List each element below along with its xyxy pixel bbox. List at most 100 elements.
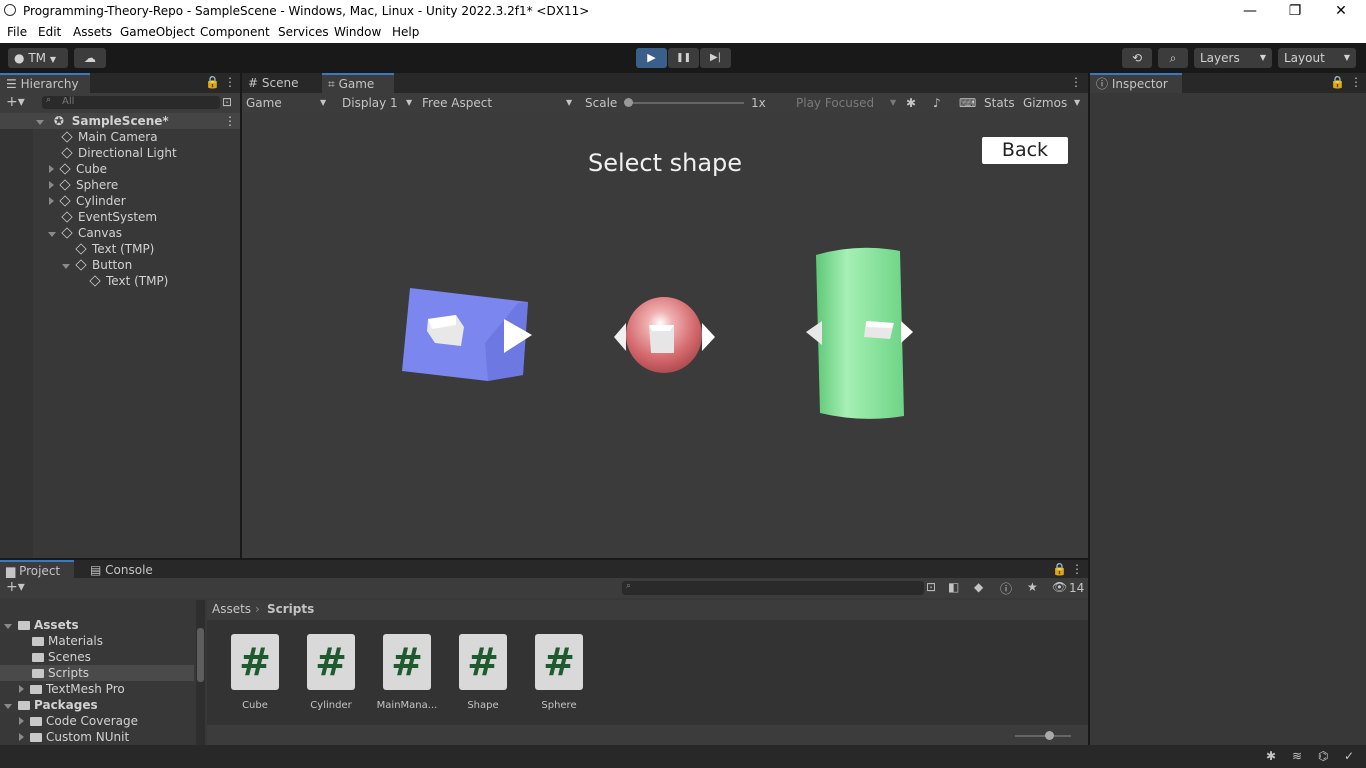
- keyboard-icon[interactable]: ⌨: [959, 93, 976, 113]
- sphere-shape[interactable]: [614, 297, 715, 373]
- hierarchy-item[interactable]: Text (TMP): [75, 241, 154, 257]
- menu-services[interactable]: Services: [278, 25, 329, 39]
- script-asset[interactable]: # Cube: [231, 634, 279, 711]
- project-search-input[interactable]: ⌕: [622, 581, 924, 595]
- hierarchy-item[interactable]: Button: [62, 257, 132, 273]
- pause-button[interactable]: ❚❚: [668, 48, 699, 68]
- hierarchy-search-input[interactable]: ⌕ All: [42, 95, 220, 109]
- tree-scrollbar[interactable]: [196, 600, 205, 745]
- tree-item[interactable]: Scenes: [32, 649, 91, 665]
- label-icon[interactable]: ◆: [974, 580, 983, 594]
- tab-hierarchy[interactable]: ☰ Hierarchy: [0, 73, 90, 93]
- hierarchy-item[interactable]: Main Camera: [61, 129, 158, 145]
- display-dropdown[interactable]: Display 1 ▼: [342, 93, 416, 113]
- tab-scene[interactable]: # Scene: [242, 73, 324, 93]
- lock-icon[interactable]: 🔒: [1330, 75, 1345, 89]
- tab-console[interactable]: ▤ Console: [84, 560, 170, 580]
- close-button[interactable]: ✕: [1318, 0, 1364, 22]
- breadcrumb-scripts[interactable]: Scripts: [267, 602, 314, 616]
- cloud-button[interactable]: ☁: [74, 48, 106, 68]
- more-icon[interactable]: ⋮: [1070, 75, 1082, 89]
- layers-dropdown[interactable]: Layers ▼: [1194, 48, 1272, 68]
- minimize-button[interactable]: —: [1227, 0, 1273, 22]
- layout-dropdown[interactable]: Layout ▼: [1278, 48, 1356, 68]
- hidden-packages-icon[interactable]: 👁: [1052, 580, 1067, 594]
- script-asset[interactable]: # MainMana...: [377, 634, 437, 711]
- step-button[interactable]: ▶|: [700, 48, 731, 68]
- bug-icon[interactable]: ✱: [906, 93, 916, 113]
- unity-scene-icon: ✪: [53, 114, 64, 128]
- hierarchy-item[interactable]: Cube: [49, 161, 107, 177]
- play-focused-dropdown[interactable]: Play Focused ▼: [796, 93, 900, 113]
- tab-inspector[interactable]: ⓘ Inspector: [1090, 73, 1182, 93]
- tree-scrollbar-thumb[interactable]: [197, 628, 204, 682]
- hierarchy-item[interactable]: EventSystem: [61, 209, 157, 225]
- more-icon[interactable]: ⋮: [1071, 562, 1083, 576]
- cube-shape[interactable]: [402, 288, 532, 381]
- menu-file[interactable]: File: [7, 25, 27, 39]
- tree-item[interactable]: Materials: [32, 633, 103, 649]
- tree-assets[interactable]: Assets: [4, 617, 79, 633]
- search-button[interactable]: ⌕: [1158, 48, 1188, 68]
- hierarchy-toolbar: +▾ ⌕ All ⊡: [0, 93, 240, 113]
- scale-slider-handle[interactable]: [624, 98, 633, 107]
- script-asset[interactable]: # Shape: [459, 634, 507, 711]
- scene-row[interactable]: ✪ SampleScene* ⋮: [0, 113, 240, 129]
- more-icon[interactable]: ⋮: [224, 75, 236, 89]
- hierarchy-item[interactable]: Sphere: [49, 177, 118, 193]
- mute-audio-icon[interactable]: ♪: [933, 93, 941, 113]
- cylinder-shape[interactable]: [806, 247, 913, 419]
- log-icon[interactable]: ⓘ: [1000, 580, 1012, 597]
- hierarchy-item[interactable]: Text (TMP): [89, 273, 168, 289]
- game-mode-dropdown[interactable]: Game ▼: [246, 93, 332, 113]
- tab-game[interactable]: ⌗ Game: [322, 73, 394, 93]
- checkmark-icon[interactable]: ✓: [1344, 749, 1354, 763]
- gizmos-button[interactable]: Gizmos: [1023, 93, 1067, 113]
- tree-item[interactable]: TextMesh Pro: [19, 681, 125, 697]
- chevron-down-icon[interactable]: ▼: [1074, 93, 1080, 113]
- search-placeholder: All: [62, 96, 75, 107]
- star-icon[interactable]: ★: [1027, 580, 1038, 594]
- menu-window[interactable]: Window: [334, 25, 381, 39]
- menu-component[interactable]: Component: [200, 25, 270, 39]
- cache-server-icon[interactable]: ≋: [1292, 749, 1302, 763]
- menu-assets[interactable]: Assets: [73, 25, 112, 39]
- stats-button[interactable]: Stats: [984, 93, 1015, 113]
- tree-item[interactable]: Code Coverage: [19, 713, 138, 729]
- hierarchy-item[interactable]: Canvas: [48, 225, 122, 241]
- menu-edit[interactable]: Edit: [38, 25, 61, 39]
- hierarchy-item[interactable]: Directional Light: [61, 145, 177, 161]
- restore-button[interactable]: ❐: [1272, 0, 1318, 22]
- tab-project[interactable]: ▆ Project: [0, 560, 74, 580]
- history-button[interactable]: ⟲: [1122, 48, 1152, 68]
- more-icon[interactable]: ⋮: [1350, 75, 1362, 89]
- filter-type-icon[interactable]: ◧: [948, 580, 959, 594]
- tree-item-selected[interactable]: Scripts: [0, 665, 194, 681]
- game-viewport[interactable]: Select shape Back: [242, 113, 1088, 558]
- breadcrumb-assets[interactable]: Assets: [212, 602, 251, 616]
- icon-size-slider-handle[interactable]: [1045, 731, 1054, 740]
- lock-icon[interactable]: 🔒: [205, 75, 220, 89]
- more-icon[interactable]: ⋮: [224, 113, 236, 129]
- list-icon: ☰: [6, 77, 17, 91]
- add-icon[interactable]: +▾: [6, 579, 25, 595]
- tree-packages[interactable]: Packages: [4, 697, 98, 713]
- debug-icon[interactable]: ✱: [1266, 749, 1276, 763]
- account-dropdown[interactable]: ● TM ▼: [8, 48, 68, 68]
- search-by-type-icon[interactable]: ⊡: [926, 580, 936, 594]
- add-icon[interactable]: +▾: [6, 94, 25, 110]
- script-asset[interactable]: # Sphere: [535, 634, 583, 711]
- hierarchy-item[interactable]: Cylinder: [49, 193, 126, 209]
- scale-slider[interactable]: [624, 98, 744, 107]
- asset-label: Cylinder: [310, 700, 352, 711]
- lock-icon[interactable]: 🔒: [1052, 562, 1067, 576]
- search-mode-icon[interactable]: ⊡: [222, 95, 232, 109]
- aspect-dropdown[interactable]: Free Aspect ▼: [422, 93, 576, 113]
- icon-size-slider[interactable]: [1015, 731, 1071, 740]
- network-icon[interactable]: ⌬: [1318, 749, 1328, 763]
- menu-help[interactable]: Help: [392, 25, 419, 39]
- tree-item[interactable]: Custom NUnit: [19, 729, 129, 745]
- script-asset[interactable]: # Cylinder: [307, 634, 355, 711]
- play-button[interactable]: ▶: [636, 48, 667, 68]
- menu-gameobject[interactable]: GameObject: [120, 25, 195, 39]
